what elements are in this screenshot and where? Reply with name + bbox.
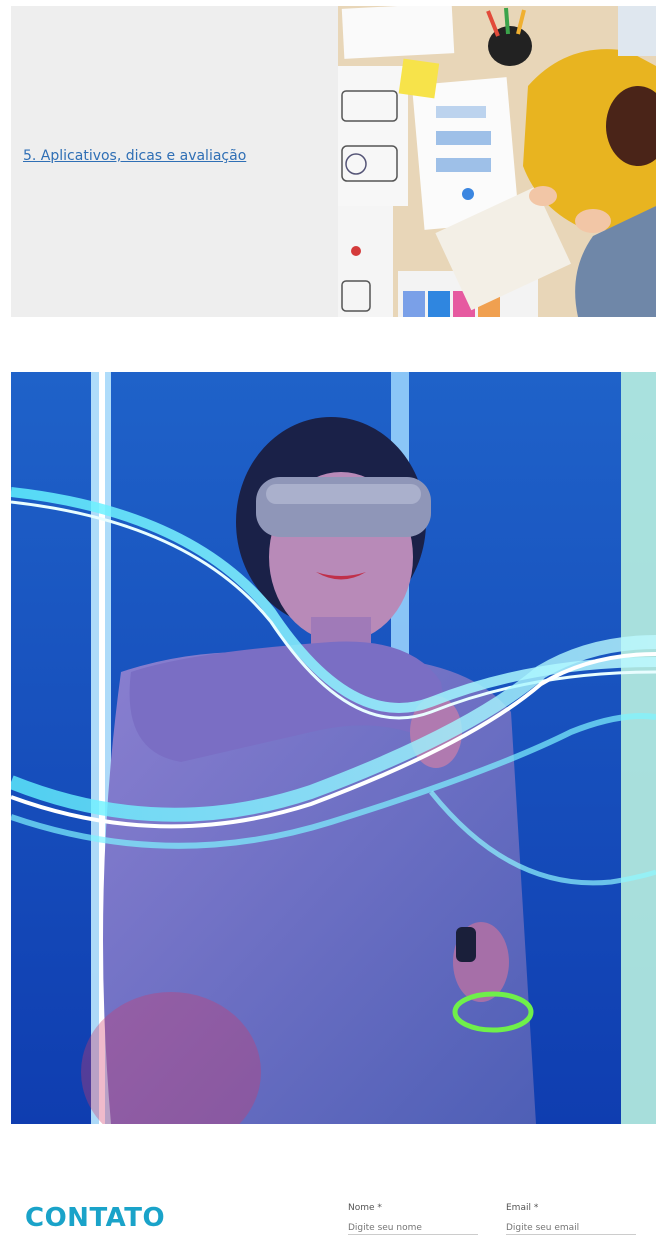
email-input[interactable] — [506, 1222, 636, 1235]
contact-title: CONTATO — [25, 1203, 166, 1233]
article-link[interactable]: 5. Aplicativos, dicas e avaliação — [23, 148, 246, 164]
hero-image — [11, 372, 656, 1124]
article-card[interactable]: 5. Aplicativos, dicas e avaliação — [11, 6, 656, 317]
name-input[interactable] — [348, 1222, 478, 1235]
article-image[interactable] — [338, 6, 656, 317]
email-label: Email * — [506, 1203, 539, 1213]
name-label: Nome * — [348, 1203, 382, 1213]
